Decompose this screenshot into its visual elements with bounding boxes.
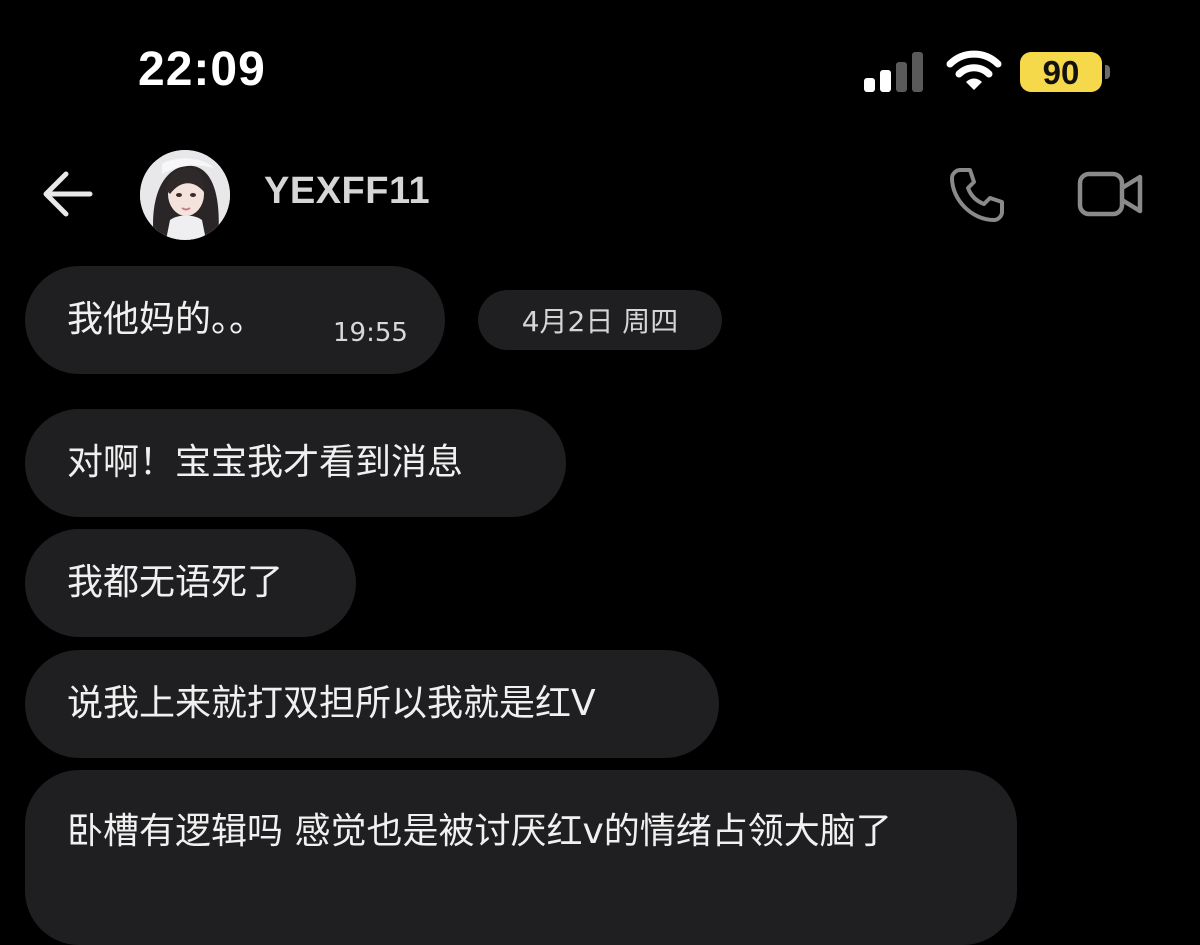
- message-text: 我都无语死了: [67, 562, 284, 603]
- phone-icon[interactable]: [946, 164, 1006, 224]
- contact-name[interactable]: YEXFF11: [264, 170, 430, 213]
- message-text: 说我上来就打双担所以我就是红V: [67, 683, 596, 724]
- video-camera-icon[interactable]: [1076, 166, 1144, 222]
- message-bubble[interactable]: 我他妈的。。 19:55: [25, 266, 445, 374]
- message-bubble[interactable]: 我都无语死了: [25, 529, 356, 637]
- back-arrow-icon[interactable]: [40, 168, 96, 220]
- message-text: 我他妈的。。: [67, 299, 266, 340]
- message-time: 19:55: [333, 318, 408, 348]
- wifi-icon: [946, 50, 1002, 90]
- avatar[interactable]: [140, 150, 230, 240]
- message-text: 卧槽有逻辑吗 感觉也是被讨厌红v的情绪占领大脑了: [67, 811, 892, 852]
- battery-level: 90: [1042, 53, 1080, 91]
- message-text: 对啊！宝宝我才看到消息: [67, 442, 464, 483]
- status-time: 22:09: [138, 43, 266, 96]
- message-bubble[interactable]: 说我上来就打双担所以我就是红V: [25, 650, 719, 758]
- message-bubble[interactable]: 卧槽有逻辑吗 感觉也是被讨厌红v的情绪占领大脑了: [25, 770, 1017, 945]
- date-separator: 4月2日 周四: [478, 290, 722, 350]
- battery-cap: [1105, 65, 1110, 79]
- message-bubble[interactable]: 对啊！宝宝我才看到消息: [25, 409, 566, 517]
- battery-icon: 90: [1020, 52, 1110, 92]
- signal-icon: [864, 52, 923, 92]
- battery-body: 90: [1020, 52, 1102, 92]
- avatar-image: [140, 150, 230, 240]
